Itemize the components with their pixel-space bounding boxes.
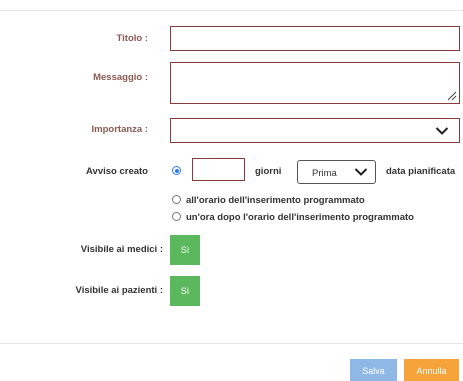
notice-label: Avviso creato xyxy=(86,166,148,177)
message-textarea[interactable] xyxy=(170,62,460,104)
cancel-button[interactable]: Annulla xyxy=(404,359,459,381)
top-divider xyxy=(0,10,463,11)
importance-select[interactable] xyxy=(170,118,460,143)
resize-grip-icon[interactable] xyxy=(447,91,457,101)
radio-hour-after[interactable] xyxy=(172,212,181,221)
chevron-down-icon xyxy=(354,168,368,176)
option-at-time-label: all'orario dell'inserimento programmato xyxy=(186,195,365,206)
radio-at-time[interactable] xyxy=(172,195,181,204)
option-hour-after-label: un'ora dopo l'orario dell'inserimento pr… xyxy=(186,212,414,223)
save-button[interactable]: Salva xyxy=(350,359,397,381)
title-label: Titolo : xyxy=(116,33,148,44)
radio-days-before[interactable] xyxy=(172,166,181,175)
when-select[interactable]: Prima xyxy=(297,160,376,184)
visible-doctors-label: Visibile ai medici : xyxy=(80,244,163,255)
visible-patients-label: Visibile ai pazienti : xyxy=(75,285,163,296)
days-unit-label: giorni xyxy=(255,166,282,177)
days-input[interactable] xyxy=(192,158,245,181)
bottom-divider xyxy=(0,343,463,344)
message-label: Messaggio : xyxy=(93,72,148,83)
planned-date-label: data pianificata xyxy=(386,166,456,177)
visible-doctors-toggle[interactable]: Sì xyxy=(170,235,200,265)
when-select-value: Prima xyxy=(312,168,337,179)
title-input[interactable] xyxy=(170,26,460,51)
chevron-down-icon xyxy=(435,126,449,135)
importance-label: Importanza : xyxy=(91,124,148,135)
visible-patients-toggle[interactable]: Sì xyxy=(170,276,200,306)
